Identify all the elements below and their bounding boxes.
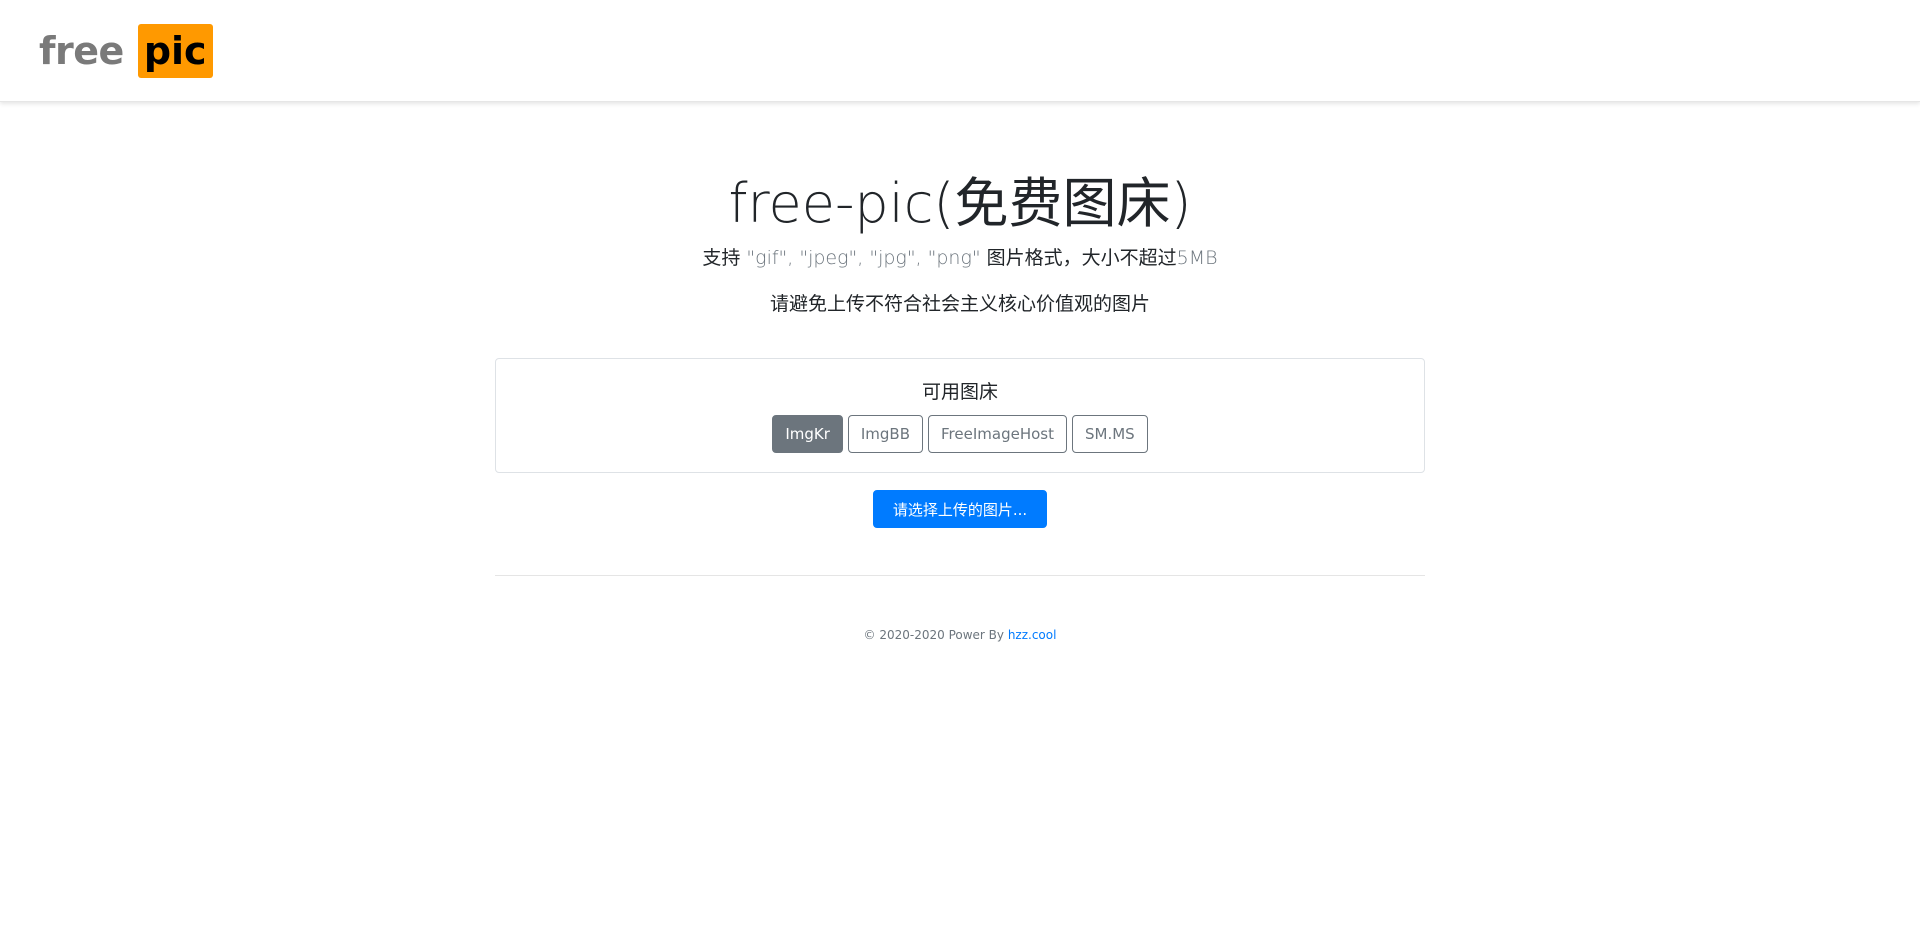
host-button-group: ImgKr ImgBB FreeImageHost SM.MS [496,415,1424,453]
supported-formats-text: 支持 "gif", "jpeg", "jpg", "png" 图片格式，大小不超… [0,244,1920,272]
footer-link-hzz[interactable]: hzz.cool [1008,628,1057,642]
footer-copyright: © 2020-2020 Power By [863,628,1008,642]
logo-text-free: free [39,29,124,73]
formats-list: "gif", "jpeg", "jpg", "png" [746,247,981,269]
subtitle-prefix: 支持 [702,247,747,269]
host-button-freeimagehost[interactable]: FreeImageHost [928,415,1067,453]
logo-text-pic: pic [137,24,213,78]
select-image-upload-button[interactable]: 请选择上传的图片... [873,490,1047,528]
available-hosts-card: 可用图床 ImgKr ImgBB FreeImageHost SM.MS [495,358,1425,473]
subtitle-middle: 图片格式，大小不超过 [980,247,1177,269]
divider [495,575,1425,576]
host-button-smms[interactable]: SM.MS [1071,415,1148,453]
content-notice: 请避免上传不符合社会主义核心价值观的图片 [769,293,1150,315]
max-size-value: 5MB [1176,247,1218,269]
host-button-imgkr[interactable]: ImgKr [772,415,843,453]
footer: © 2020-2020 Power By hzz.cool [0,626,1920,644]
top-navbar: free pic [0,0,1920,102]
page-title: free-pic(免费图床) [728,172,1192,235]
host-button-imgbb[interactable]: ImgBB [847,415,924,453]
hosts-title: 可用图床 [921,381,998,403]
site-logo[interactable]: free pic [39,24,213,78]
